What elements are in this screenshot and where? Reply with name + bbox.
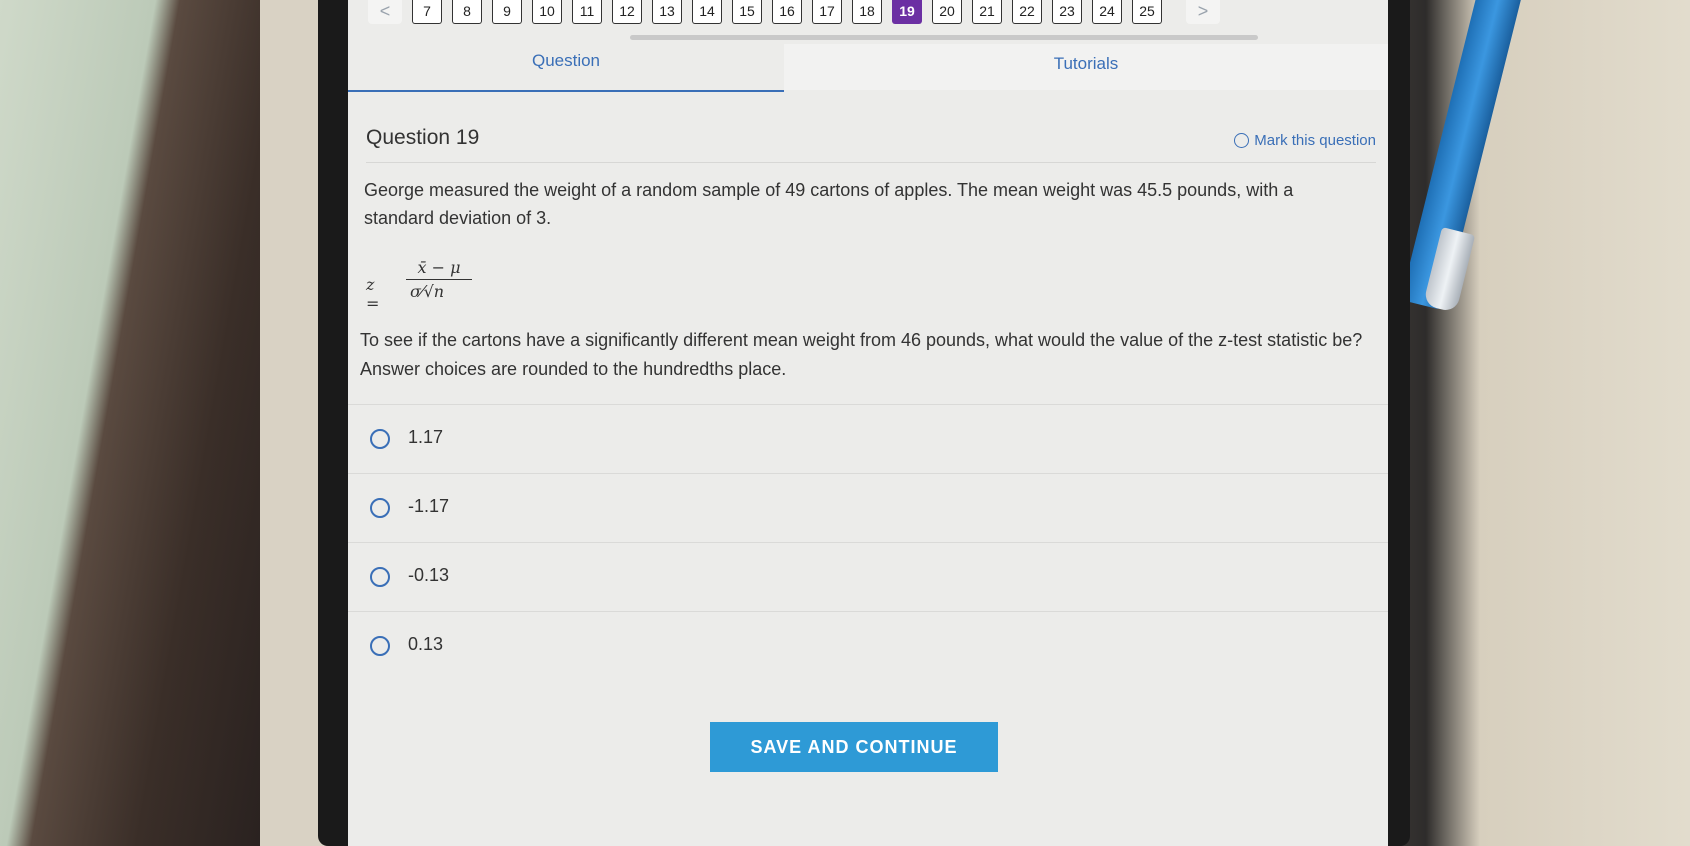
radio-button[interactable] bbox=[370, 636, 390, 656]
question-stem: George measured the weight of a random s… bbox=[364, 180, 1294, 228]
screen: < 7 8 9 10 11 12 13 14 15 16 17 18 19 20 21 22 23 24 25 > … bbox=[348, 0, 1388, 846]
page-button-16[interactable]: 16 bbox=[772, 0, 802, 24]
pager-scrollbar[interactable] bbox=[630, 35, 1258, 40]
formula-numerator: x̄ − μ bbox=[417, 258, 461, 277]
answer-choices: 1.17 -1.17 -0.13 0.13 bbox=[348, 404, 1388, 680]
page-button-19[interactable]: 19 bbox=[892, 0, 922, 24]
page-button-22[interactable]: 22 bbox=[1012, 0, 1042, 24]
fraction-bar bbox=[406, 279, 472, 280]
page-button-25[interactable]: 25 bbox=[1132, 0, 1162, 24]
answer-choice[interactable]: 0.13 bbox=[348, 611, 1388, 680]
tab-question[interactable]: Question bbox=[348, 44, 784, 92]
radio-button[interactable] bbox=[370, 498, 390, 518]
page-button-15[interactable]: 15 bbox=[732, 0, 762, 24]
page-button-18[interactable]: 18 bbox=[852, 0, 882, 24]
choice-label: 1.17 bbox=[408, 427, 444, 447]
answer-choice[interactable]: 1.17 bbox=[348, 404, 1388, 473]
question-prompt: To see if the cartons have a significant… bbox=[360, 330, 1363, 379]
choice-label: 0.13 bbox=[408, 634, 444, 654]
circle-icon bbox=[1234, 133, 1250, 148]
formula-denominator: σ⁄√n bbox=[410, 282, 445, 301]
page-button-23[interactable]: 23 bbox=[1052, 0, 1082, 24]
page-button-12[interactable]: 12 bbox=[612, 0, 642, 24]
background-left bbox=[0, 0, 260, 846]
tab-tutorials[interactable]: Tutorials bbox=[784, 44, 1388, 90]
page-button-21[interactable]: 21 bbox=[972, 0, 1002, 24]
question-title: Question 19 bbox=[366, 126, 480, 149]
page-button-8[interactable]: 8 bbox=[452, 0, 482, 24]
page-button-17[interactable]: 17 bbox=[812, 0, 842, 24]
page-button-7[interactable]: 7 bbox=[412, 0, 442, 24]
page-button-11[interactable]: 11 bbox=[572, 0, 602, 24]
page-button-14[interactable]: 14 bbox=[692, 0, 722, 24]
tab-bar: Question Tutorials bbox=[348, 44, 1388, 92]
pager-next-button[interactable]: > bbox=[1186, 0, 1220, 24]
page-button-24[interactable]: 24 bbox=[1092, 0, 1122, 24]
question-pager: < 7 8 9 10 11 12 13 14 15 16 17 18 19 20 21 22 23 24 25 > bbox=[348, 0, 1388, 30]
mark-question-button[interactable]: Mark this question bbox=[1234, 132, 1376, 149]
answer-choice[interactable]: -1.17 bbox=[348, 473, 1388, 542]
choice-label: -0.13 bbox=[408, 565, 450, 585]
mark-question-label: Mark this question bbox=[1254, 132, 1376, 149]
answer-choice[interactable]: -0.13 bbox=[348, 542, 1388, 611]
page-button-20[interactable]: 20 bbox=[932, 0, 962, 24]
question-header: Question 19 Mark this question bbox=[366, 122, 1376, 163]
pager-prev-button[interactable]: < bbox=[368, 0, 402, 24]
radio-button[interactable] bbox=[370, 429, 390, 449]
page-button-13[interactable]: 13 bbox=[652, 0, 682, 24]
radio-button[interactable] bbox=[370, 567, 390, 587]
page-button-10[interactable]: 10 bbox=[532, 0, 562, 24]
save-and-continue-button[interactable]: SAVE AND CONTINUE bbox=[710, 722, 998, 772]
formula-lhs: z = bbox=[366, 275, 380, 313]
background-right bbox=[1390, 0, 1690, 846]
page-button-9[interactable]: 9 bbox=[492, 0, 522, 24]
choice-label: -1.17 bbox=[408, 496, 450, 516]
